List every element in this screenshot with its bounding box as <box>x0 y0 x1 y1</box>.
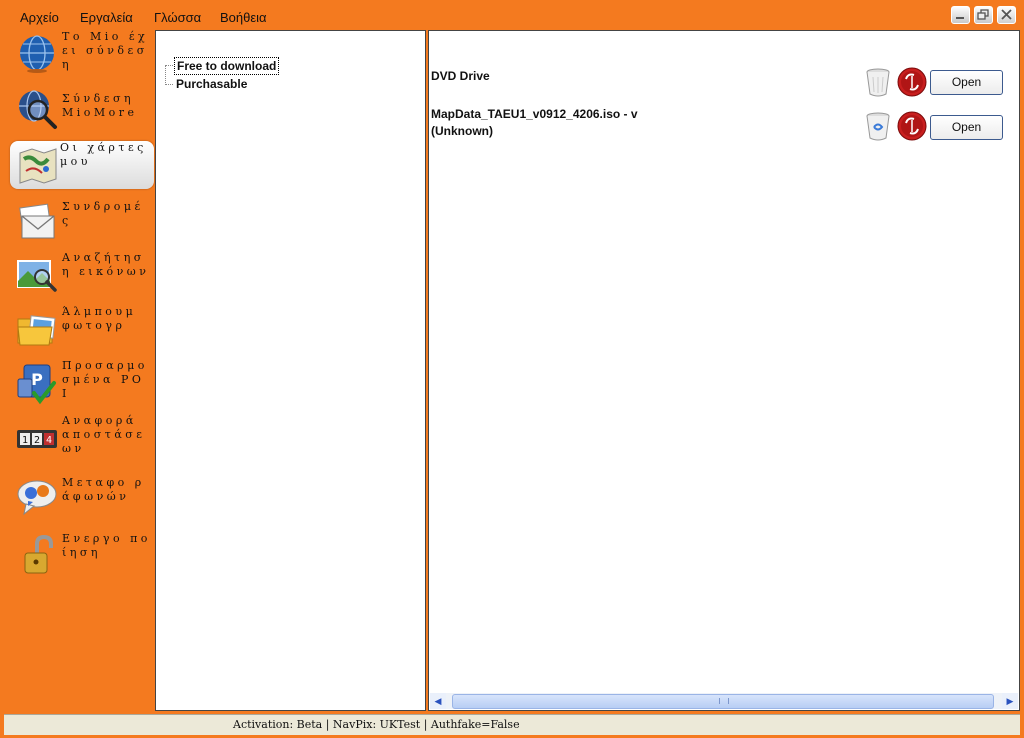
scrollbar-thumb[interactable] <box>452 694 994 709</box>
padlock-icon <box>24 534 53 574</box>
drive-name: DVD Drive <box>431 69 490 83</box>
scroll-left-arrow-icon[interactable]: ◀ <box>430 693 446 709</box>
status-bar: Activation: Beta | NavPix: UKTest | Auth… <box>4 714 1020 735</box>
status-text: Activation: Beta | NavPix: UKTest | Auth… <box>233 718 520 731</box>
minimize-button[interactable] <box>951 6 970 24</box>
speech-bubbles-icon <box>17 480 57 516</box>
image-search-icon <box>17 260 57 292</box>
sidebar-item-label: Μεταφο ράφωνών <box>62 476 145 503</box>
restore-icon <box>977 9 989 20</box>
poi-icon: P <box>17 364 56 405</box>
menu-file[interactable]: Αρχείο <box>20 10 59 25</box>
globe-search-icon <box>19 90 57 129</box>
menu-tools[interactable]: Εργαλεία <box>80 10 133 25</box>
sidebar-item-distance-report[interactable]: 1 2 4 Αναφορά αποστάσεων <box>12 414 152 466</box>
photo-album-icon <box>17 315 56 346</box>
horizontal-scrollbar[interactable]: ◀ ▶ <box>430 693 1018 709</box>
scroll-right-arrow-icon[interactable]: ▶ <box>1002 693 1018 709</box>
odometer-icon: 1 2 4 <box>17 430 57 448</box>
minimize-icon <box>956 17 964 19</box>
tree-connector <box>165 65 166 85</box>
sidebar-item-mio-connected[interactable]: Το Mio έχει σύνδεση <box>12 30 152 82</box>
menu-bar: Αρχείο Εργαλεία Γλώσσα Βοήθεια <box>0 0 1024 28</box>
open-button[interactable]: Open <box>930 70 1003 95</box>
open-button[interactable]: Open <box>930 115 1003 140</box>
sidebar-item-activation[interactable]: Ενεργο ποίηση <box>12 532 152 584</box>
sidebar-item-label: Σύνδεση MioMore <box>62 92 138 119</box>
close-button[interactable] <box>997 6 1016 24</box>
sidebar-item-label: Το Mio έχει σύνδεση <box>62 30 149 71</box>
sidebar-item-label: Συνδρομές <box>62 200 144 227</box>
sidebar-item-custom-poi[interactable]: P Προσαρμοσμένα POI <box>12 359 152 411</box>
sidebar-item-miomore[interactable]: Σύνδεση MioMore <box>12 88 152 140</box>
sidebar-item-photo-album[interactable]: Άλμπουμ φωτογρ <box>12 305 152 357</box>
recycle-bin-icon[interactable] <box>865 67 891 97</box>
sidebar-item-image-search[interactable]: Αναζήτηση εικόνων <box>12 251 152 303</box>
sidebar-item-label: Άλμπουμ φωτογρ <box>62 305 137 332</box>
envelope-icon <box>19 203 55 239</box>
globe-icon <box>20 35 54 73</box>
restore-button[interactable] <box>974 6 993 24</box>
tree-item-free-to-download[interactable]: Free to download <box>174 57 280 75</box>
list-item: MapData_TAEU1_v0912_4206.iso - v (Unknow… <box>431 106 1017 146</box>
grip-icon <box>719 698 729 704</box>
close-icon <box>1001 9 1012 20</box>
tree-item-purchasable[interactable]: Purchasable <box>174 76 249 92</box>
list-item: DVD Drive Open <box>431 67 1017 101</box>
recycle-bin-icon[interactable] <box>865 111 891 141</box>
tree-connector <box>165 84 173 85</box>
svg-text:P: P <box>31 370 43 389</box>
svg-text:2: 2 <box>34 435 40 446</box>
drive-name: MapData_TAEU1_v0912_4206.iso - v (Unknow… <box>431 107 638 138</box>
map-icon <box>19 148 57 184</box>
svg-text:4: 4 <box>46 435 52 446</box>
sidebar-item-subscriptions[interactable]: Συνδρομές <box>12 200 152 252</box>
sidebar-item-label: Προσαρμοσμένα POI <box>62 359 148 400</box>
sidebar-item-my-maps[interactable]: Οι χάρτες μου <box>10 141 154 189</box>
sidebar: Το Mio έχει σύνδεση Σύνδεση MioMore Οι χ… <box>4 28 154 712</box>
svg-text:1: 1 <box>22 435 28 446</box>
sidebar-item-label: Ενεργο ποίηση <box>62 532 151 559</box>
sidebar-item-label: Οι χάρτες μου <box>60 141 147 168</box>
sidebar-item-label: Αναφορά αποστάσεων <box>62 414 146 455</box>
eject-icon[interactable] <box>897 111 927 141</box>
menu-help[interactable]: Βοήθεια <box>220 10 267 25</box>
sidebar-item-voices[interactable]: Μεταφο ράφωνών <box>12 476 152 528</box>
menu-language[interactable]: Γλώσσα <box>154 10 201 25</box>
drive-list-panel: DVD Drive Open MapData_TAEU1_v0912_4206.… <box>428 30 1020 711</box>
map-category-tree: Free to download Purchasable <box>155 30 426 711</box>
tree-connector <box>165 65 173 66</box>
eject-icon[interactable] <box>897 67 927 97</box>
sidebar-item-label: Αναζήτηση εικόνων <box>62 251 150 278</box>
